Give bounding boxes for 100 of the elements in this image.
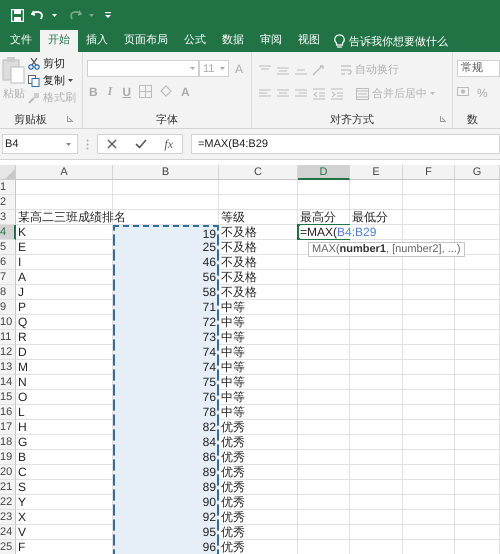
grip-icon[interactable]	[86, 138, 89, 150]
ribbon-tab[interactable]: 公式	[176, 30, 214, 52]
table-cell: 某高二三班成绩排名	[18, 210, 126, 224]
table-cell: M	[18, 360, 28, 374]
decrease-indent-icon[interactable]	[312, 88, 326, 100]
copy-range-cell: 46	[113, 255, 219, 270]
clipboard-item[interactable]: 剪切	[28, 56, 76, 71]
row-header[interactable]: 5	[0, 240, 16, 255]
row-header[interactable]: 21	[0, 480, 16, 495]
name-box[interactable]: B4	[2, 134, 78, 154]
row-header[interactable]: 18	[0, 435, 16, 450]
table-cell: D	[18, 345, 27, 359]
align-right-icon[interactable]	[294, 88, 308, 98]
border-icon[interactable]	[139, 85, 154, 98]
row-header[interactable]: 15	[0, 390, 16, 405]
checkmark-icon[interactable]	[134, 139, 147, 149]
table-cell: 中等	[221, 375, 245, 389]
formula-field[interactable]: =MAX(B4:B29	[191, 134, 500, 154]
ribbon-tab[interactable]: 文件	[2, 30, 40, 52]
group-label: 字体	[156, 112, 178, 126]
align-center-icon[interactable]	[276, 88, 290, 98]
column-header[interactable]: D	[298, 165, 350, 180]
launcher-icon[interactable]	[67, 116, 73, 122]
insert-function-button[interactable]: fx	[164, 136, 174, 152]
row-header[interactable]: 11	[0, 330, 16, 345]
column-header[interactable]: A	[16, 165, 113, 180]
table-cell: 优秀	[221, 465, 245, 479]
row-header[interactable]: 3	[0, 210, 16, 225]
font-name-field[interactable]	[87, 60, 199, 77]
row-header[interactable]: 14	[0, 375, 16, 390]
ribbon-tab[interactable]: 审阅	[252, 30, 290, 52]
copy-range-cell: 96	[113, 540, 219, 554]
redo-icon[interactable]	[68, 9, 82, 21]
column-header[interactable]: C	[219, 165, 298, 180]
launcher-icon[interactable]	[440, 116, 446, 122]
table-cell: P	[18, 300, 26, 314]
fill-color-icon[interactable]	[159, 85, 174, 98]
table-cell: S	[18, 480, 26, 494]
table-cell: 中等	[221, 315, 245, 329]
row-header[interactable]: 1	[0, 180, 16, 195]
copy-range-cell: 72	[113, 315, 219, 330]
row-header[interactable]: 20	[0, 465, 16, 480]
row-header[interactable]: 12	[0, 345, 16, 360]
ribbon-tab[interactable]: 数据	[214, 30, 252, 52]
row-header[interactable]: 8	[0, 285, 16, 300]
row-header[interactable]: 23	[0, 510, 16, 525]
clipboard-item[interactable]: 复制	[28, 73, 76, 88]
column-header[interactable]: G	[455, 165, 500, 180]
tell-me-field[interactable]: 告诉我你想要做什么	[328, 30, 448, 52]
row-header[interactable]: 2	[0, 195, 16, 210]
ribbon-tab[interactable]: 插入	[78, 30, 116, 52]
row-header[interactable]: 9	[0, 300, 16, 315]
ribbon-tab[interactable]: 开始	[40, 30, 78, 52]
undo-icon[interactable]	[31, 9, 45, 21]
caret-icon[interactable]	[52, 14, 57, 16]
cell-formula[interactable]: =MAX(B4:B29	[300, 225, 378, 239]
column-header[interactable]: F	[403, 165, 455, 180]
row-header[interactable]: 13	[0, 360, 16, 375]
function-tooltip: MAX(number1, [number2], ...)	[308, 242, 465, 257]
group-label: 剪贴板	[14, 112, 47, 126]
copy-range-cell: 71	[113, 300, 219, 315]
row-header[interactable]: 16	[0, 405, 16, 420]
increase-indent-icon[interactable]	[330, 88, 344, 100]
table-cell: Q	[18, 315, 28, 329]
row-header[interactable]: 19	[0, 450, 16, 465]
row-header[interactable]: 7	[0, 270, 16, 285]
cancel-icon[interactable]	[106, 139, 117, 149]
copy-range-cell: 90	[113, 495, 219, 510]
table-cell: G	[18, 435, 28, 449]
row-header[interactable]: 10	[0, 315, 16, 330]
copy-range-cell: 89	[113, 465, 219, 480]
row-header[interactable]: 4	[0, 225, 16, 240]
row-header[interactable]: 22	[0, 495, 16, 510]
table-cell: 等级	[221, 210, 245, 224]
copy-range-cell: 75	[113, 375, 219, 390]
table-cell: 优秀	[221, 420, 245, 434]
align-middle-icon[interactable]	[276, 64, 290, 74]
row-header[interactable]: 24	[0, 525, 16, 540]
column-header[interactable]: E	[350, 165, 403, 180]
column-header[interactable]: B	[113, 165, 219, 180]
row-header[interactable]: 17	[0, 420, 16, 435]
table-cell: J	[18, 285, 24, 299]
table-cell: 中等	[221, 390, 245, 404]
number-format-field[interactable]: 常规	[457, 60, 500, 77]
save-icon[interactable]	[11, 8, 24, 22]
customize-icon[interactable]	[105, 12, 111, 18]
ribbon-tab[interactable]: 页面布局	[116, 30, 176, 52]
table-cell: 优秀	[221, 540, 245, 554]
table-cell: 优秀	[221, 480, 245, 494]
currency-icon[interactable]	[457, 87, 471, 99]
copy-range-cell: 19	[113, 225, 219, 240]
row-header[interactable]: 25	[0, 540, 16, 554]
brush-icon	[28, 92, 40, 104]
table-cell: 中等	[221, 345, 245, 359]
ribbon-tab[interactable]: 视图	[290, 30, 328, 52]
table-cell: 最高分	[300, 210, 336, 224]
table-cell: N	[18, 375, 27, 389]
copy-range-cell: 84	[113, 435, 219, 450]
align-left-icon[interactable]	[258, 88, 272, 98]
row-header[interactable]: 6	[0, 255, 16, 270]
